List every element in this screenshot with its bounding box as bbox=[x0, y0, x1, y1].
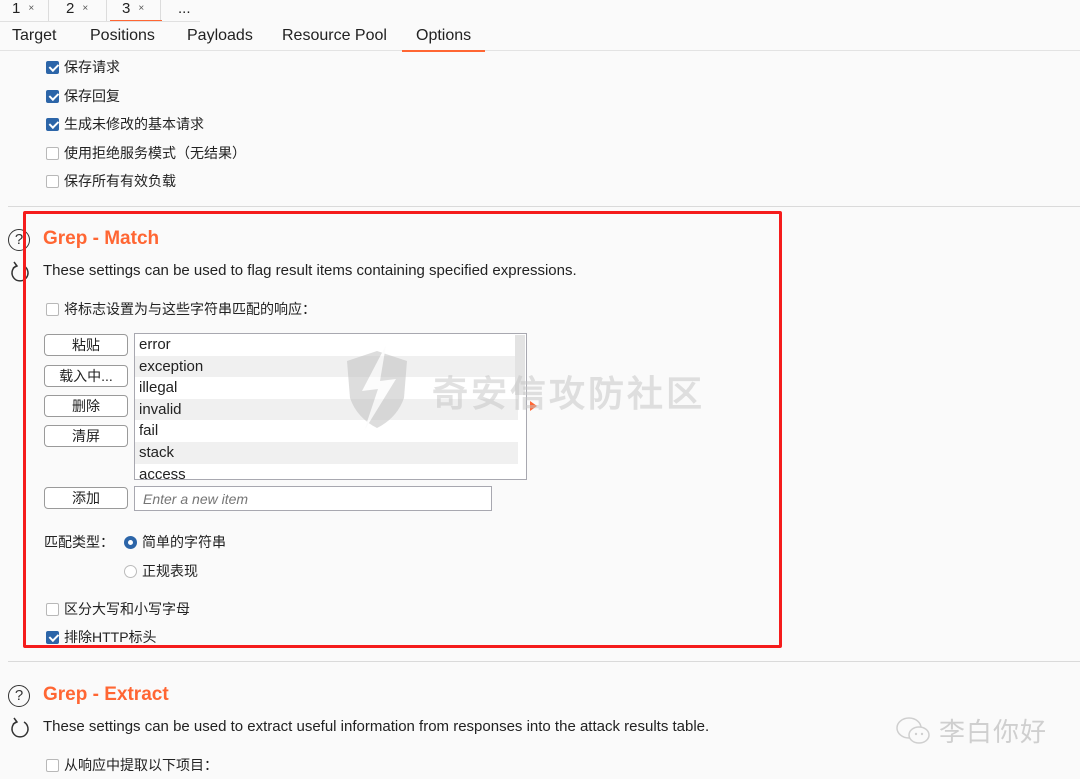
new-item-input[interactable] bbox=[134, 486, 492, 511]
radio-selected[interactable] bbox=[124, 535, 137, 549]
paste-button[interactable]: 粘贴 bbox=[44, 334, 128, 356]
load-button[interactable]: 载入中... bbox=[44, 365, 128, 387]
help-icon[interactable]: ? bbox=[8, 685, 30, 707]
close-icon[interactable]: × bbox=[28, 3, 34, 14]
match-type-label: 匹配类型： bbox=[44, 534, 114, 550]
request-tab-3[interactable]: 3 × bbox=[110, 0, 162, 22]
checkbox-checked[interactable] bbox=[46, 117, 59, 131]
list-item[interactable]: access bbox=[135, 464, 518, 479]
add-button[interactable]: 添加 bbox=[44, 487, 128, 509]
credit-watermark: 李白你好 bbox=[895, 712, 1047, 749]
request-tab-strip: 1 × 2 × 3 × ... bbox=[0, 0, 1080, 22]
checkbox-label: 将标志设置为与这些字符串匹配的响应： bbox=[64, 301, 316, 317]
credit-text: 李白你好 bbox=[939, 717, 1048, 747]
tab-payloads[interactable]: Payloads bbox=[187, 27, 253, 45]
request-tab-2[interactable]: 2 × bbox=[66, 0, 107, 22]
checkbox-checked[interactable] bbox=[46, 630, 59, 644]
checkbox-checked[interactable] bbox=[46, 60, 59, 74]
grep-extract-description: These settings can be used to extract us… bbox=[43, 718, 710, 735]
store-full-payloads-checkbox[interactable]: 保存所有有效负载 bbox=[46, 171, 176, 191]
checkbox-unchecked[interactable] bbox=[46, 146, 59, 160]
checkbox-checked[interactable] bbox=[46, 89, 59, 103]
checkbox-label: 保存回复 bbox=[64, 88, 120, 104]
list-item[interactable]: exception bbox=[135, 355, 518, 378]
radio-label: 简单的字符串 bbox=[142, 534, 226, 550]
grep-match-description: These settings can be used to flag resul… bbox=[43, 262, 577, 279]
wechat-icon bbox=[896, 716, 930, 744]
dos-mode-checkbox[interactable]: 使用拒绝服务模式（无结果） bbox=[46, 143, 246, 163]
flag-matching-checkbox[interactable]: 将标志设置为与这些字符串匹配的响应： bbox=[46, 299, 316, 319]
refresh-icon[interactable] bbox=[9, 717, 31, 739]
refresh-icon[interactable] bbox=[9, 261, 31, 283]
exclude-http-headers-checkbox[interactable]: 排除HTTP标头 bbox=[46, 627, 157, 647]
tab-label: 3 bbox=[122, 0, 131, 17]
close-icon[interactable]: × bbox=[82, 3, 88, 14]
grep-match-title: Grep - Match bbox=[43, 228, 160, 249]
tab-strip-divider bbox=[0, 21, 200, 22]
extract-items-checkbox[interactable]: 从响应中提取以下项目： bbox=[46, 755, 218, 775]
tab-resource-pool[interactable]: Resource Pool bbox=[282, 27, 387, 45]
expand-arrow-icon[interactable] bbox=[530, 401, 537, 411]
checkbox-label: 使用拒绝服务模式（无结果） bbox=[64, 145, 246, 161]
request-tab-1[interactable]: 1 × bbox=[12, 0, 49, 22]
tab-options[interactable]: Options bbox=[401, 27, 486, 52]
remove-button[interactable]: 删除 bbox=[44, 395, 128, 417]
make-unmodified-baseline-checkbox[interactable]: 生成未修改的基本请求 bbox=[46, 114, 204, 134]
list-item[interactable]: fail bbox=[135, 420, 518, 442]
checkbox-unchecked[interactable] bbox=[46, 302, 59, 316]
radio-label: 正规表现 bbox=[142, 563, 198, 579]
case-sensitive-checkbox[interactable]: 区分大写和小写字母 bbox=[46, 599, 190, 619]
match-type-simple-string-radio[interactable]: 简单的字符串 bbox=[124, 532, 226, 552]
checkbox-unchecked[interactable] bbox=[46, 174, 59, 188]
list-item[interactable]: invalid bbox=[135, 398, 518, 421]
tab-target[interactable]: Target bbox=[12, 27, 56, 45]
section-divider bbox=[8, 661, 1080, 662]
more-tabs-button[interactable]: ... bbox=[178, 0, 191, 22]
checkbox-unchecked[interactable] bbox=[46, 602, 59, 616]
checkbox-label: 保存所有有效负载 bbox=[64, 173, 176, 189]
help-icon[interactable]: ? bbox=[8, 229, 30, 251]
checkbox-label: 从响应中提取以下项目： bbox=[64, 757, 218, 773]
checkbox-label: 生成未修改的基本请求 bbox=[64, 116, 204, 132]
tab-label: 2 bbox=[66, 0, 75, 17]
list-item[interactable]: error bbox=[135, 334, 518, 356]
intruder-sub-tabs: Target Positions Payloads Resource Pool … bbox=[0, 23, 1080, 52]
checkbox-label: 保存请求 bbox=[64, 59, 120, 75]
match-type-regex-radio[interactable]: 正规表现 bbox=[124, 561, 198, 581]
save-responses-checkbox[interactable]: 保存回复 bbox=[46, 86, 120, 106]
list-item[interactable]: stack bbox=[135, 441, 518, 464]
tab-label: 1 bbox=[12, 0, 21, 17]
match-strings-list[interactable]: error exception illegal invalid fail sta… bbox=[134, 333, 527, 480]
close-icon[interactable]: × bbox=[138, 3, 144, 14]
checkbox-unchecked[interactable] bbox=[46, 758, 59, 772]
clear-button[interactable]: 清屏 bbox=[44, 425, 128, 447]
tab-positions[interactable]: Positions bbox=[90, 27, 155, 45]
section-divider bbox=[8, 206, 1080, 207]
checkbox-label: 排除HTTP标头 bbox=[64, 629, 157, 645]
radio-unselected[interactable] bbox=[124, 564, 137, 578]
save-requests-checkbox[interactable]: 保存请求 bbox=[46, 57, 120, 77]
list-scrollbar[interactable] bbox=[515, 335, 525, 395]
checkbox-label: 区分大写和小写字母 bbox=[64, 601, 190, 617]
grep-extract-title: Grep - Extract bbox=[43, 684, 169, 705]
list-item[interactable]: illegal bbox=[135, 377, 518, 399]
